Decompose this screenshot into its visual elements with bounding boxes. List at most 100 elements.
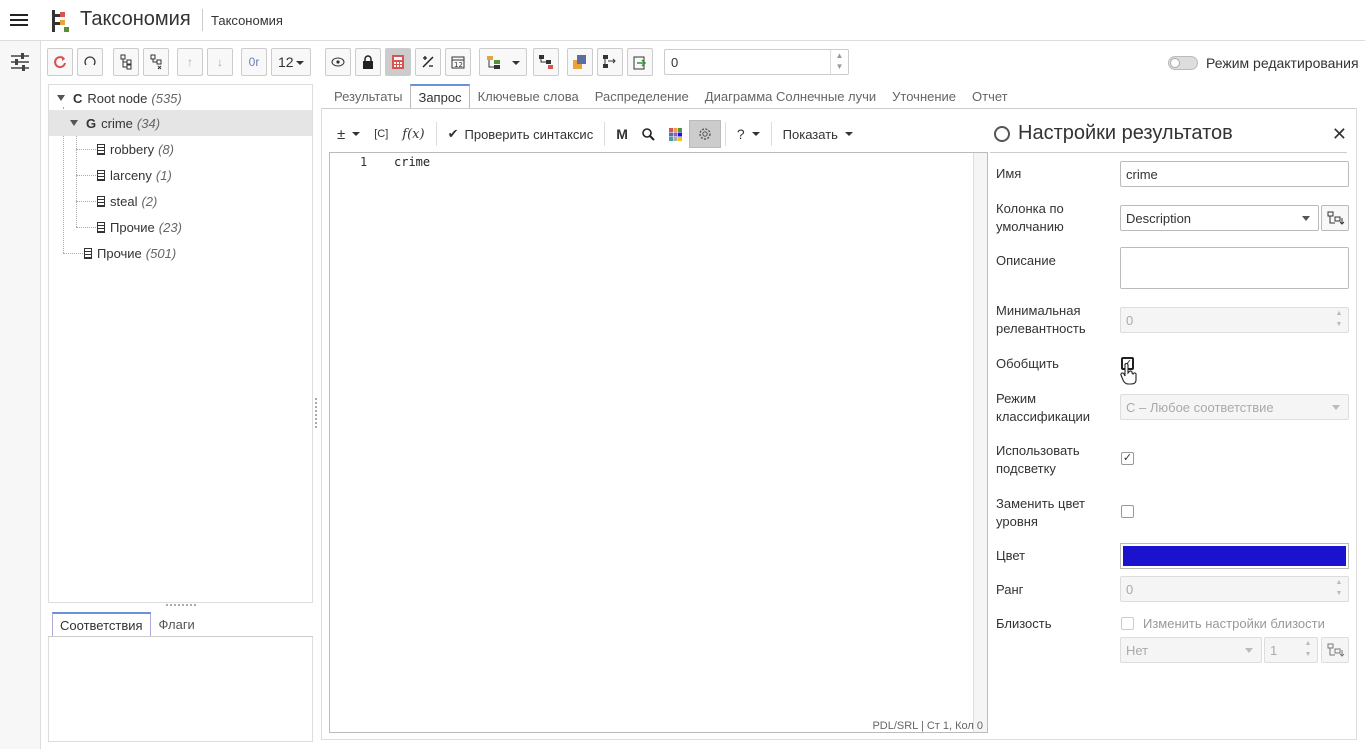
proximity-tree-icon: [1321, 637, 1349, 663]
name-input[interactable]: crime: [1120, 161, 1349, 187]
or-operator-button[interactable]: 0r: [241, 48, 267, 76]
close-icon[interactable]: ✕: [1332, 124, 1347, 145]
show-dropdown[interactable]: Показать: [776, 120, 860, 148]
hierarchy-settings-icon[interactable]: [533, 48, 559, 76]
menu-icon[interactable]: [10, 11, 28, 29]
tab-sunburst[interactable]: Диаграмма Солнечные лучи: [697, 84, 884, 109]
color-picker[interactable]: [1120, 543, 1349, 569]
chevron-down-icon: [1245, 648, 1253, 653]
operator-dropdown[interactable]: ±: [330, 120, 367, 148]
function-button[interactable]: f(x): [395, 120, 431, 148]
chevron-down-icon[interactable]: [70, 120, 78, 126]
move-up-icon[interactable]: ↑: [177, 48, 203, 76]
database-icon[interactable]: [567, 48, 593, 76]
tree-node-crime[interactable]: G crime (34): [49, 110, 312, 136]
document-icon: [84, 247, 92, 259]
edit-mode-toggle[interactable]: Режим редактирования: [1168, 54, 1359, 72]
zoom-icon[interactable]: [635, 120, 662, 148]
name-label: Имя: [996, 166, 1022, 181]
query-text[interactable]: crime: [394, 155, 430, 169]
node-type-letter: C: [73, 90, 83, 106]
calculator-icon[interactable]: [385, 48, 411, 76]
help-dropdown[interactable]: ?: [730, 120, 767, 148]
export-tree-icon[interactable]: [597, 48, 623, 76]
eye-icon[interactable]: [325, 48, 351, 76]
title-divider: [202, 9, 203, 31]
show-label: Показать: [782, 126, 838, 142]
gear-icon: [994, 125, 1010, 142]
tree-node-count: (34): [136, 115, 161, 131]
horizontal-splitter[interactable]: [166, 604, 196, 607]
chevron-down-icon: [296, 61, 304, 65]
replace-level-color-checkbox[interactable]: [1121, 505, 1134, 518]
percent-icon[interactable]: [415, 48, 441, 76]
query-editor[interactable]: 1 crime PDL/SRL | Ст 1, Кол 0: [329, 152, 988, 733]
tree-node-root[interactable]: C Root node (535): [49, 85, 312, 111]
proximity-number-value: 1: [1270, 643, 1278, 658]
tree-expand-icon[interactable]: [113, 48, 139, 76]
tab-distribution[interactable]: Распределение: [587, 84, 697, 109]
classification-mode-value: С – Любое соответствие: [1126, 400, 1274, 415]
tree-node-other-root[interactable]: Прочие (501): [49, 240, 312, 266]
tree-node-label: Root node: [87, 90, 148, 106]
editor-status: PDL/SRL | Ст 1, Кол 0: [872, 720, 983, 732]
number-input-value: 0: [671, 55, 679, 70]
tab-results[interactable]: Результаты: [326, 84, 410, 109]
hierarchy-dropdown[interactable]: [479, 48, 527, 76]
tree-node-larceny[interactable]: larceny (1): [49, 162, 312, 188]
default-column-select[interactable]: Description: [1120, 205, 1319, 231]
description-textarea[interactable]: [1120, 247, 1349, 289]
check-syntax-button[interactable]: ✔ Проверить синтаксис: [441, 120, 601, 148]
tab-query[interactable]: Запрос: [410, 84, 470, 109]
color-label: Цвет: [996, 548, 1026, 563]
proximity-number-input: 1 ▲ ▼: [1264, 637, 1318, 663]
number-input[interactable]: 0 ▲ ▼: [664, 49, 849, 75]
toggle-switch[interactable]: [1168, 56, 1198, 70]
bottom-tabs: Соответствия Флаги: [48, 612, 313, 637]
tree-node-label: Прочие: [110, 219, 155, 235]
tree-node-steal[interactable]: steal (2): [49, 188, 312, 214]
chevron-down-icon[interactable]: [57, 95, 65, 101]
refresh-icon[interactable]: [47, 48, 73, 76]
number-spinner[interactable]: ▲ ▼: [830, 50, 848, 74]
line-number: 1: [360, 155, 368, 169]
color-grid-icon[interactable]: [662, 120, 689, 148]
use-highlight-label: Использовать подсветку: [996, 443, 1080, 476]
category-button[interactable]: [C]: [367, 120, 395, 148]
breadcrumb[interactable]: Таксономия: [211, 13, 283, 28]
checkmark-icon: ✔: [447, 126, 459, 141]
lock-icon[interactable]: [355, 48, 381, 76]
tab-matches[interactable]: Соответствия: [52, 612, 151, 636]
settings-divider: [990, 152, 1347, 153]
vertical-splitter[interactable]: [315, 398, 318, 428]
move-down-icon[interactable]: ↓: [207, 48, 233, 76]
tree-node-robbery[interactable]: robbery (8): [49, 136, 312, 162]
settings-gear-icon[interactable]: [688, 120, 721, 148]
app-title: Таксономия: [80, 8, 191, 30]
column-tree-icon[interactable]: [1321, 205, 1349, 231]
tab-keywords[interactable]: Ключевые слова: [470, 84, 587, 109]
tree-node-label: steal: [110, 193, 138, 209]
tree-node-label: crime: [101, 115, 133, 131]
chevron-down-icon: [1332, 405, 1340, 410]
hand-cursor-icon: [1120, 363, 1137, 385]
calendar-icon[interactable]: 12: [445, 48, 471, 76]
tab-refinement[interactable]: Уточнение: [884, 84, 964, 109]
number-spinner: ▲ ▼: [1304, 640, 1312, 658]
node-type-letter: G: [86, 115, 97, 131]
reload-icon[interactable]: [77, 48, 103, 76]
tree-collapse-icon[interactable]: [143, 48, 169, 76]
editor-scrollbar[interactable]: [973, 153, 987, 732]
default-column-label: Колонка по умолчанию: [996, 201, 1064, 234]
use-highlight-checkbox[interactable]: ✓: [1121, 452, 1134, 465]
filter-sliders-icon[interactable]: [10, 53, 30, 71]
macro-button[interactable]: M: [609, 120, 635, 148]
tree-node-other-crime[interactable]: Прочие (23): [49, 214, 312, 240]
proximity-checkbox: [1121, 617, 1134, 630]
tab-report[interactable]: Отчет: [964, 84, 1016, 109]
default-column-value: Description: [1126, 211, 1192, 226]
tab-flags[interactable]: Флаги: [151, 612, 203, 636]
font-size-dropdown[interactable]: 12: [271, 48, 311, 76]
import-icon[interactable]: [627, 48, 653, 76]
proximity-select: Нет: [1120, 637, 1262, 663]
